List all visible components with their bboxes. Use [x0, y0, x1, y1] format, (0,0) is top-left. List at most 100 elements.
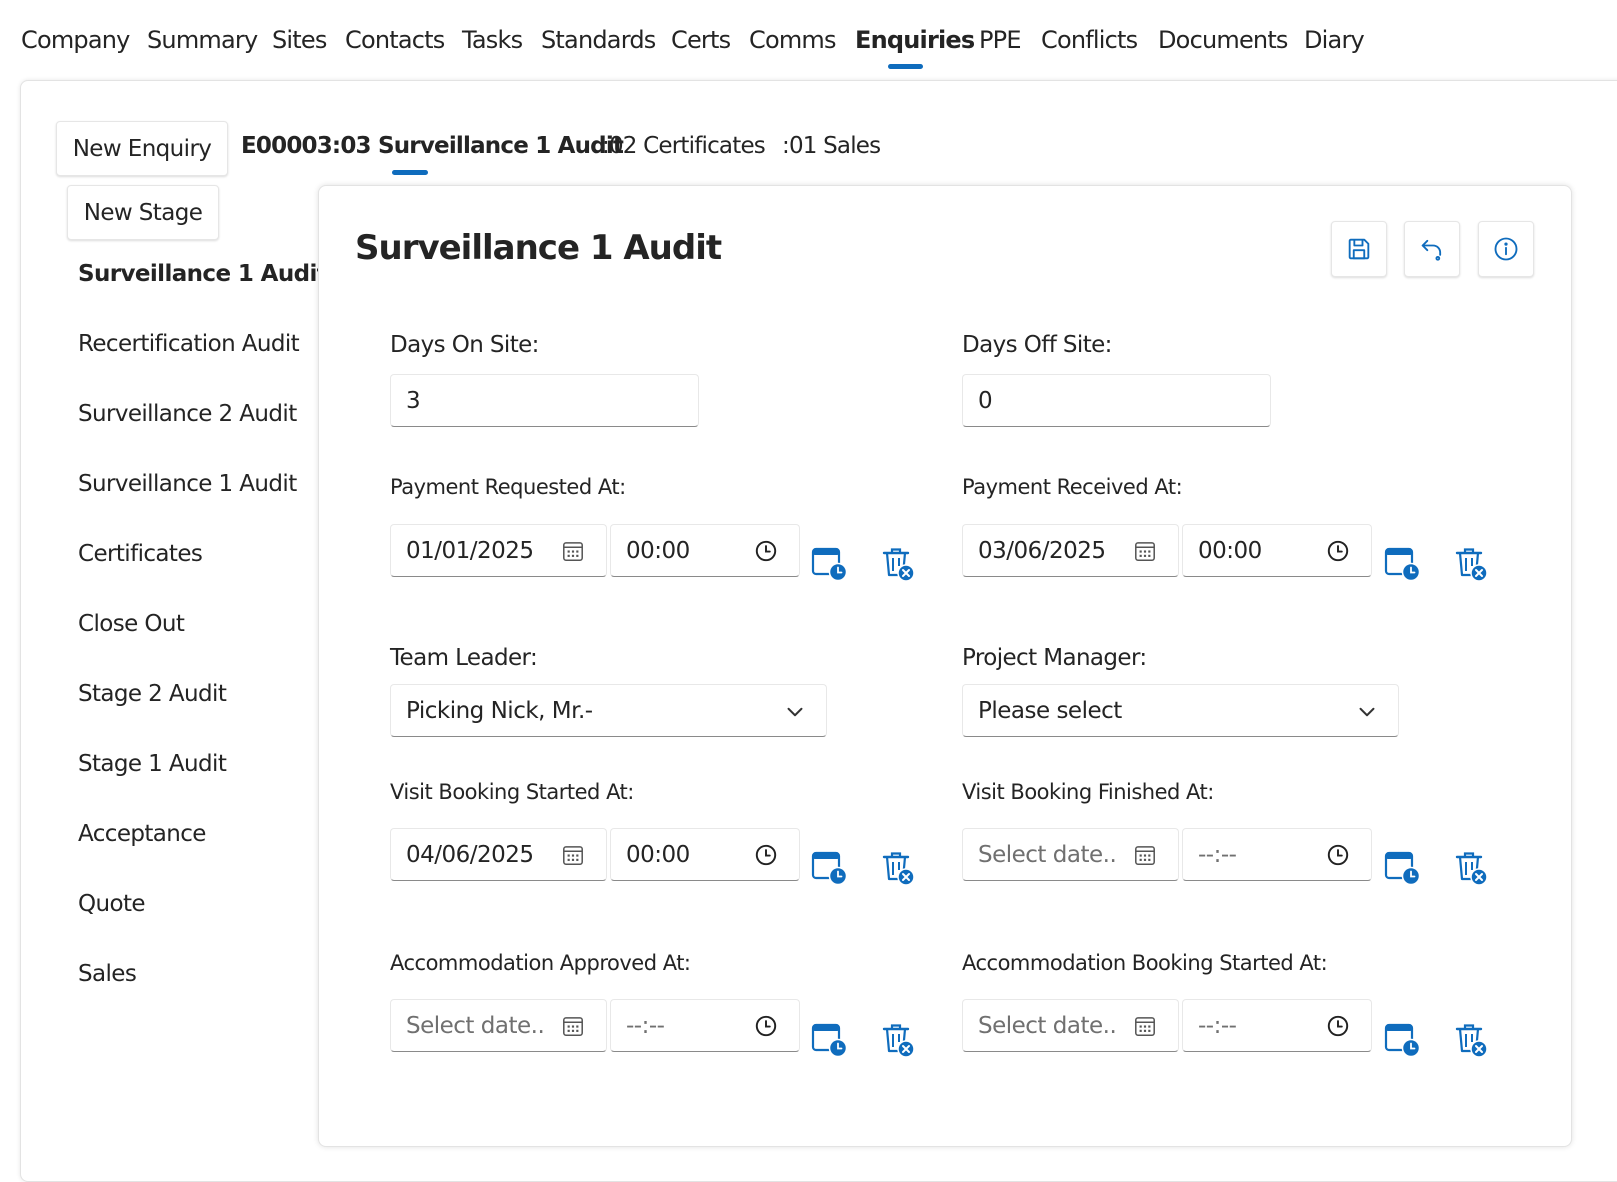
tab-contacts[interactable]: Contacts [345, 26, 445, 54]
tab-ppe[interactable]: PPE [979, 26, 1022, 54]
stage-item-stage-1-audit[interactable]: Stage 1 Audit [78, 751, 227, 777]
set-now-icon[interactable] [1383, 543, 1423, 583]
stage-item-surveillance-1-audit-earlier[interactable]: Surveillance 1 Audit [78, 471, 297, 497]
clear-date-icon[interactable] [1451, 1019, 1491, 1059]
payment-received-time-input[interactable]: 00:00 [1182, 524, 1372, 577]
accommodation-approved-label: Accommodation Approved At: [390, 951, 691, 975]
tab-enquiries[interactable]: Enquiries [855, 26, 975, 54]
new-stage-button[interactable]: New Stage [67, 185, 219, 240]
days-on-site-input[interactable]: 3 [390, 374, 699, 427]
accommodation-booking-started-label: Accommodation Booking Started At: [962, 951, 1328, 975]
visit-booking-finished-time-input[interactable]: --:-- [1182, 828, 1372, 881]
clock-icon[interactable] [1325, 1013, 1351, 1039]
chevron-down-icon [1359, 707, 1375, 717]
tab-tasks[interactable]: Tasks [462, 26, 523, 54]
time-placeholder: --:-- [1198, 841, 1237, 868]
time-placeholder: --:-- [626, 1012, 665, 1039]
set-now-icon[interactable] [810, 847, 850, 887]
payment-received-date-input[interactable]: 03/06/2025 [962, 524, 1179, 577]
date-placeholder: Select date.. [978, 841, 1117, 868]
enquiry-tab-sales[interactable]: :01 Sales [782, 133, 881, 159]
new-enquiry-button[interactable]: New Enquiry [56, 121, 228, 176]
payment-requested-time-input[interactable]: 00:00 [610, 524, 800, 577]
calendar-icon[interactable] [560, 1013, 586, 1039]
clear-date-icon[interactable] [878, 847, 918, 887]
clear-date-icon[interactable] [1451, 543, 1491, 583]
tab-company[interactable]: Company [21, 26, 130, 54]
accommodation-booking-started-date-input[interactable]: Select date.. [962, 999, 1179, 1052]
stage-item-acceptance[interactable]: Acceptance [78, 821, 206, 847]
stage-item-sales[interactable]: Sales [78, 961, 137, 987]
undo-button[interactable] [1404, 221, 1460, 277]
tab-documents[interactable]: Documents [1158, 26, 1288, 54]
payment-requested-date-value: 01/01/2025 [406, 537, 534, 564]
clock-icon[interactable] [1325, 538, 1351, 564]
info-button[interactable] [1478, 221, 1534, 277]
date-placeholder: Select date.. [406, 1012, 545, 1039]
tab-standards[interactable]: Standards [541, 26, 656, 54]
team-leader-value: Picking Nick, Mr.- [406, 697, 593, 724]
accommodation-approved-date-input[interactable]: Select date.. [390, 999, 607, 1052]
days-on-site-label: Days On Site: [390, 332, 539, 358]
visit-booking-started-date-input[interactable]: 04/06/2025 [390, 828, 607, 881]
accommodation-approved-time-input[interactable]: --:-- [610, 999, 800, 1052]
top-tab-bar: Company Summary Sites Contacts Tasks Sta… [0, 0, 1617, 80]
stage-item-quote[interactable]: Quote [78, 891, 146, 917]
calendar-icon[interactable] [1132, 538, 1158, 564]
team-leader-select[interactable]: Picking Nick, Mr.- [390, 684, 827, 737]
payment-received-date-value: 03/06/2025 [978, 537, 1106, 564]
chevron-down-icon [787, 707, 803, 717]
accommodation-booking-started-time-input[interactable]: --:-- [1182, 999, 1372, 1052]
tab-comms[interactable]: Comms [749, 26, 837, 54]
visit-booking-started-date-value: 04/06/2025 [406, 841, 534, 868]
calendar-icon[interactable] [1132, 842, 1158, 868]
info-icon [1494, 237, 1518, 261]
calendar-icon[interactable] [560, 538, 586, 564]
clock-icon[interactable] [753, 538, 779, 564]
tab-conflicts[interactable]: Conflicts [1041, 26, 1138, 54]
project-manager-select[interactable]: Please select [962, 684, 1399, 737]
save-button[interactable] [1331, 221, 1387, 277]
visit-booking-finished-date-input[interactable]: Select date.. [962, 828, 1179, 881]
time-placeholder: --:-- [1198, 1012, 1237, 1039]
clear-date-icon[interactable] [878, 1019, 918, 1059]
active-tab-indicator [888, 64, 923, 69]
days-on-site-value: 3 [406, 387, 421, 414]
clear-date-icon[interactable] [1451, 847, 1491, 887]
calendar-icon[interactable] [1132, 1013, 1158, 1039]
team-leader-label: Team Leader: [390, 645, 538, 671]
set-now-icon[interactable] [1383, 847, 1423, 887]
stage-item-surveillance-2-audit[interactable]: Surveillance 2 Audit [78, 401, 297, 427]
clock-icon[interactable] [753, 842, 779, 868]
active-enquiry-tab-indicator [392, 170, 428, 175]
project-manager-label: Project Manager: [962, 645, 1147, 671]
tab-certs[interactable]: Certs [671, 26, 731, 54]
tab-summary[interactable]: Summary [147, 26, 258, 54]
set-now-icon[interactable] [1383, 1019, 1423, 1059]
stage-item-surveillance-1-audit[interactable]: Surveillance 1 Audit [78, 261, 328, 287]
calendar-icon[interactable] [560, 842, 586, 868]
enquiry-tab-surveillance-1[interactable]: E00003:03 Surveillance 1 Audit [241, 133, 624, 159]
enquiry-tab-certificates[interactable]: :02 Certificates [602, 133, 766, 159]
stage-item-stage-2-audit[interactable]: Stage 2 Audit [78, 681, 227, 707]
visit-booking-started-time-value: 00:00 [626, 841, 690, 868]
date-placeholder: Select date.. [978, 1012, 1117, 1039]
stage-item-recertification-audit[interactable]: Recertification Audit [78, 331, 300, 357]
payment-received-label: Payment Received At: [962, 475, 1183, 499]
days-off-site-label: Days Off Site: [962, 332, 1112, 358]
clear-date-icon[interactable] [878, 543, 918, 583]
set-now-icon[interactable] [810, 543, 850, 583]
clock-icon[interactable] [753, 1013, 779, 1039]
set-now-icon[interactable] [810, 1019, 850, 1059]
visit-booking-started-time-input[interactable]: 00:00 [610, 828, 800, 881]
days-off-site-input[interactable]: 0 [962, 374, 1271, 427]
payment-requested-time-value: 00:00 [626, 537, 690, 564]
days-off-site-value: 0 [978, 387, 993, 414]
tab-diary[interactable]: Diary [1304, 26, 1365, 54]
stage-item-certificates[interactable]: Certificates [78, 541, 203, 567]
payment-requested-date-input[interactable]: 01/01/2025 [390, 524, 607, 577]
clock-icon[interactable] [1325, 842, 1351, 868]
tab-sites[interactable]: Sites [272, 26, 327, 54]
payment-received-time-value: 00:00 [1198, 537, 1262, 564]
stage-item-close-out[interactable]: Close Out [78, 611, 185, 637]
